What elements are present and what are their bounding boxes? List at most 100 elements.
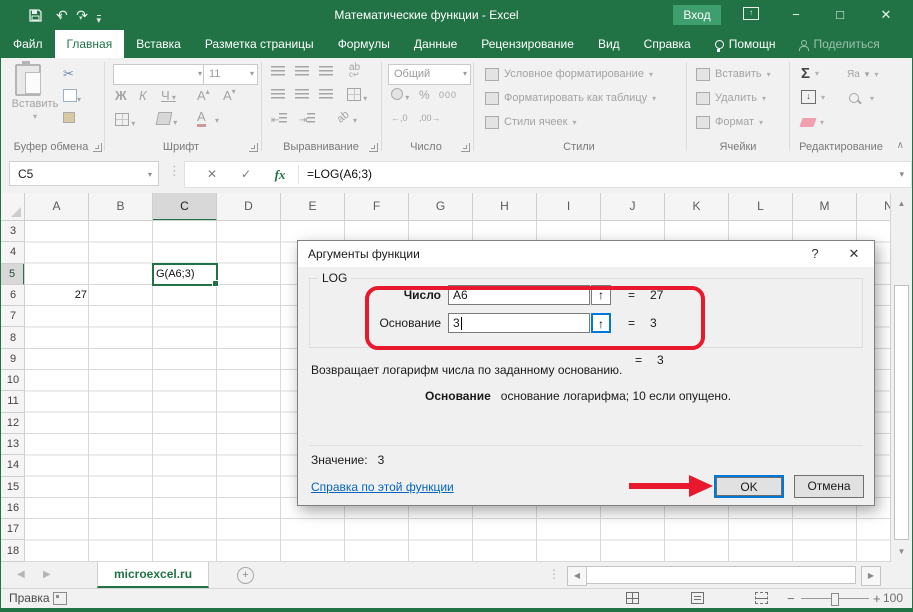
macro-record-icon[interactable] bbox=[53, 592, 67, 605]
tab-вставка[interactable]: Вставка bbox=[124, 30, 193, 58]
shrink-font-button[interactable]: А▾ bbox=[223, 87, 236, 103]
scroll-right-icon[interactable]: ▶ bbox=[861, 566, 881, 586]
confirm-entry-icon[interactable]: ✓ bbox=[231, 162, 261, 187]
undo-icon[interactable]: ↶▾ bbox=[56, 5, 62, 29]
collapse-ribbon-icon[interactable]: ∧ bbox=[897, 140, 904, 151]
row-header-10[interactable]: 10 bbox=[1, 370, 25, 391]
row-header-14[interactable]: 14 bbox=[1, 455, 25, 476]
align-right-icon[interactable] bbox=[319, 89, 333, 102]
close-icon[interactable]: ✕ bbox=[869, 0, 903, 30]
scroll-down-icon[interactable]: ▼ bbox=[891, 547, 912, 556]
tab-главная[interactable]: Главная bbox=[55, 30, 125, 58]
tab-данные[interactable]: Данные bbox=[402, 30, 469, 58]
formula-input[interactable]: =LOG(A6;3) bbox=[307, 162, 372, 187]
argument-input[interactable]: 3 bbox=[448, 313, 590, 333]
redo-icon[interactable]: ↷▾ bbox=[76, 5, 82, 29]
column-header-C[interactable]: C bbox=[153, 193, 217, 221]
cells-item-2[interactable]: Формат▾ bbox=[696, 112, 763, 132]
fill-button[interactable]: ↓▾ bbox=[801, 87, 825, 107]
orientation-icon[interactable]: ab bbox=[335, 108, 352, 125]
zoom-slider[interactable] bbox=[831, 593, 839, 606]
customize-qat-icon[interactable]: ▾ bbox=[97, 15, 102, 24]
column-header-D[interactable]: D bbox=[217, 193, 281, 220]
column-header-N[interactable]: N bbox=[857, 193, 891, 220]
copy-icon[interactable]: ▾ bbox=[63, 89, 81, 105]
page-layout-view-icon[interactable] bbox=[691, 592, 704, 604]
column-header-E[interactable]: E bbox=[281, 193, 345, 220]
column-header-L[interactable]: L bbox=[729, 193, 793, 220]
align-left-icon[interactable] bbox=[271, 89, 285, 102]
tab-поделиться[interactable]: Поделиться bbox=[787, 30, 891, 58]
maximize-icon[interactable]: □ bbox=[823, 0, 857, 30]
row-header-5[interactable]: 5 bbox=[1, 264, 25, 285]
argument-input[interactable]: A6 bbox=[448, 285, 590, 305]
name-box[interactable]: C5▾ bbox=[9, 161, 159, 186]
percent-style-icon[interactable]: % bbox=[419, 88, 430, 102]
merge-center-icon[interactable]: ▾ bbox=[347, 88, 367, 104]
increase-indent-icon[interactable]: ⇥ bbox=[299, 113, 315, 126]
sign-in-button[interactable]: Вход bbox=[673, 5, 721, 25]
tab-помощн[interactable]: Помощн bbox=[703, 30, 788, 58]
align-bottom-icon[interactable] bbox=[319, 66, 333, 79]
next-sheet-icon[interactable]: ▶ bbox=[43, 562, 51, 588]
accounting-format-icon[interactable]: ▾ bbox=[391, 88, 409, 103]
tab-разметка-страницы[interactable]: Разметка страницы bbox=[193, 30, 326, 58]
decrease-decimal-icon[interactable]: ,00→ bbox=[419, 113, 441, 123]
name-box-dropdown-icon[interactable]: ▾ bbox=[148, 162, 152, 187]
ok-button[interactable]: OK bbox=[714, 475, 784, 498]
ribbon-display-options-icon[interactable]: ↑ bbox=[743, 7, 759, 20]
new-sheet-icon[interactable]: + bbox=[237, 567, 254, 584]
dialog-close-icon[interactable]: ✕ bbox=[838, 241, 870, 267]
column-header-J[interactable]: J bbox=[601, 193, 665, 220]
find-select-button[interactable]: ▾ bbox=[849, 88, 874, 108]
grow-font-button[interactable]: А▴ bbox=[197, 87, 210, 103]
font-dialog-launcher-icon[interactable] bbox=[249, 143, 258, 152]
comma-style-icon[interactable]: 000 bbox=[439, 90, 457, 100]
active-cell-C5[interactable]: G(A6;3) bbox=[152, 263, 218, 286]
expand-formula-bar-icon[interactable]: ▾ bbox=[899, 162, 904, 187]
number-dialog-launcher-icon[interactable] bbox=[461, 143, 470, 152]
row-header-3[interactable]: 3 bbox=[1, 221, 25, 242]
decrease-indent-icon[interactable]: ⇤ bbox=[271, 113, 287, 126]
tab-рецензирование[interactable]: Рецензирование bbox=[469, 30, 586, 58]
increase-decimal-icon[interactable]: ←,0 bbox=[391, 113, 408, 123]
row-header-8[interactable]: 8 bbox=[1, 328, 25, 349]
tab-справка[interactable]: Справка bbox=[632, 30, 703, 58]
tab-file[interactable]: Файл bbox=[1, 30, 55, 58]
row-header-9[interactable]: 9 bbox=[1, 349, 25, 370]
cell-A6[interactable]: 27 bbox=[25, 285, 89, 306]
cut-icon[interactable]: ✂ bbox=[63, 66, 74, 82]
minimize-icon[interactable]: − bbox=[779, 0, 813, 30]
row-header-11[interactable]: 11 bbox=[1, 391, 25, 412]
column-header-H[interactable]: H bbox=[473, 193, 537, 220]
row-header-6[interactable]: 6 bbox=[1, 285, 25, 306]
align-top-icon[interactable] bbox=[271, 66, 285, 79]
sheet-tab[interactable]: microexcel.ru bbox=[97, 562, 209, 588]
number-format-combo[interactable]: Общий▾ bbox=[388, 64, 471, 85]
save-icon[interactable] bbox=[29, 7, 42, 27]
styles-item-0[interactable]: Условное форматирование▾ bbox=[485, 64, 653, 84]
cells-item-1[interactable]: Удалить▾ bbox=[696, 88, 766, 108]
dialog-help-icon[interactable]: ? bbox=[800, 241, 830, 267]
autosum-button[interactable]: Σ▾ bbox=[801, 63, 819, 83]
font-size-combo[interactable]: 11▾ bbox=[203, 64, 258, 85]
format-painter-icon[interactable] bbox=[63, 112, 75, 126]
select-all-corner[interactable] bbox=[1, 193, 25, 221]
column-header-I[interactable]: I bbox=[537, 193, 601, 220]
zoom-out-icon[interactable]: − bbox=[787, 589, 795, 608]
zoom-in-icon[interactable]: + bbox=[873, 589, 881, 608]
column-header-G[interactable]: G bbox=[409, 193, 473, 220]
scroll-up-icon[interactable]: ▲ bbox=[891, 199, 912, 208]
column-header-M[interactable]: M bbox=[793, 193, 857, 220]
styles-item-1[interactable]: Форматировать как таблицу▾ bbox=[485, 88, 656, 108]
row-header-18[interactable]: 18 bbox=[1, 541, 25, 562]
clipboard-dialog-launcher-icon[interactable] bbox=[93, 143, 102, 152]
row-header-16[interactable]: 16 bbox=[1, 498, 25, 519]
fill-handle[interactable] bbox=[212, 280, 219, 287]
collapse-dialog-icon[interactable]: ↑ bbox=[591, 313, 611, 333]
row-header-7[interactable]: 7 bbox=[1, 306, 25, 327]
column-header-B[interactable]: B bbox=[89, 193, 153, 220]
tab-формулы[interactable]: Формулы bbox=[326, 30, 402, 58]
normal-view-icon[interactable] bbox=[626, 592, 639, 604]
cancel-entry-icon[interactable]: ✕ bbox=[197, 162, 227, 187]
